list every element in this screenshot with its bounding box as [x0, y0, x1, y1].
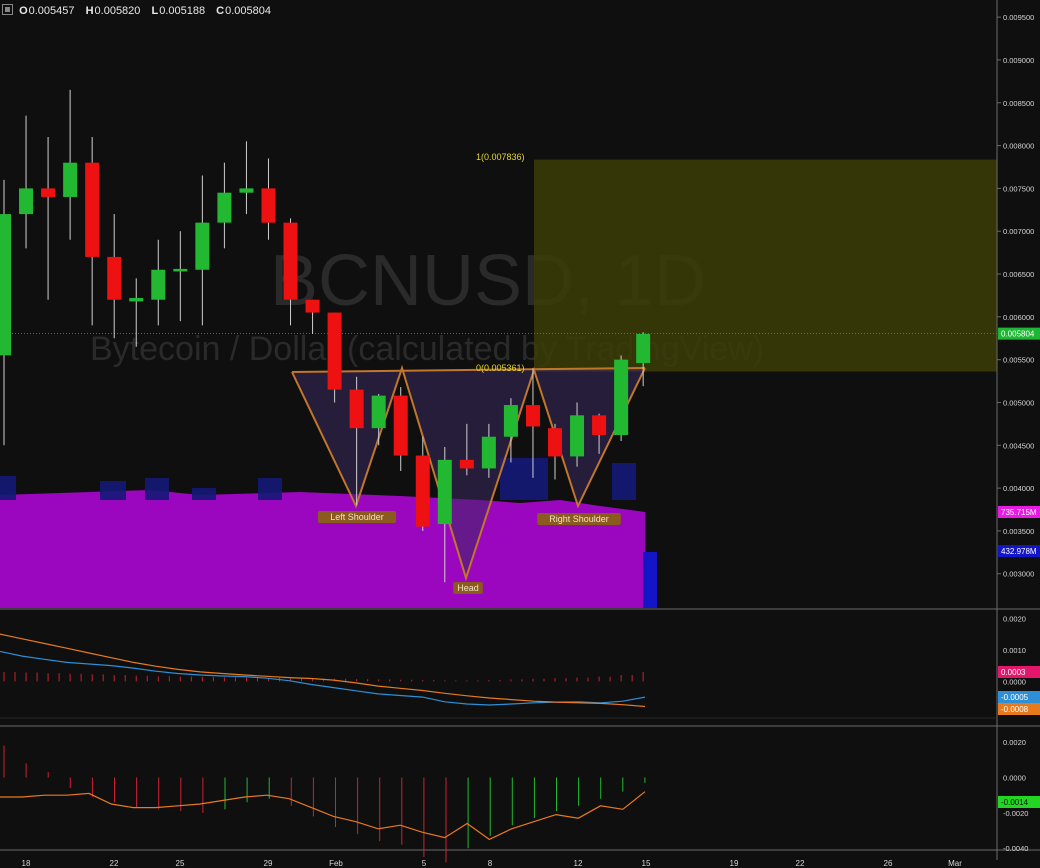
price-tick-label: 0.007000 — [1003, 227, 1034, 236]
osc-tag: -0.0014 — [1001, 798, 1029, 807]
chart-canvas[interactable]: BCNUSD, 1DBytecoin / Dollar (calculated … — [0, 0, 1040, 868]
target-label: 1(0.007836) — [476, 152, 525, 162]
ohlc-legend: O0.005457 H0.005820 L0.005188 C0.005804 — [2, 4, 279, 17]
price-tick-label: 0.006000 — [1003, 313, 1034, 322]
osc-tick-label: 0.0020 — [1003, 738, 1026, 747]
candle-down — [393, 395, 408, 456]
price-tick-label: 0.008500 — [1003, 99, 1034, 108]
volume-bar — [100, 481, 126, 500]
volume-bar — [145, 478, 169, 500]
volume-bar — [258, 478, 282, 500]
price-tick-label: 0.006500 — [1003, 270, 1034, 279]
candle-up — [503, 405, 518, 437]
volume-bar — [192, 488, 216, 500]
time-tick-label: 29 — [264, 859, 273, 868]
candle-up — [195, 222, 210, 270]
candle-up — [239, 188, 254, 193]
candle-up — [19, 188, 34, 215]
time-tick-label: 22 — [796, 859, 805, 868]
left-shoulder-label: Left Shoulder — [330, 512, 384, 522]
time-tick-label: 22 — [110, 859, 119, 868]
low-label: L — [151, 5, 159, 17]
volume-tag: 432.978M — [1001, 547, 1037, 556]
candle-down — [327, 312, 342, 390]
time-tick-label: 26 — [884, 859, 893, 868]
candle-up — [173, 268, 188, 272]
candle-down — [349, 389, 364, 429]
time-tick-label: 8 — [488, 859, 493, 868]
candle-up — [437, 459, 452, 525]
time-tick-label: 12 — [574, 859, 583, 868]
right-shoulder-label: Right Shoulder — [549, 514, 609, 524]
candle-up — [636, 333, 651, 364]
candle-up — [63, 162, 78, 197]
candle-up — [481, 436, 496, 469]
close-label: C — [216, 5, 225, 17]
candle-up — [614, 359, 629, 436]
candle-up — [129, 298, 144, 302]
high-label: H — [85, 5, 94, 17]
macd-tick-label: 0.0000 — [1003, 677, 1026, 686]
candle-down — [261, 188, 276, 223]
candle-down — [283, 222, 298, 300]
price-tick-label: 0.003500 — [1003, 527, 1034, 536]
target-zone — [534, 159, 997, 372]
volume-bar — [0, 476, 16, 500]
last-price-tag: 0.005804 — [1001, 330, 1035, 339]
open-label: O — [19, 5, 28, 17]
candle-up — [371, 395, 386, 429]
macd-tick-label: 0.0020 — [1003, 614, 1026, 623]
candle-down — [548, 428, 562, 457]
head-label: Head — [457, 583, 479, 593]
candle-up — [151, 269, 166, 300]
price-tick-label: 0.008000 — [1003, 142, 1034, 151]
osc-tick-label: -0.0040 — [1003, 844, 1028, 853]
volume-bar — [500, 458, 548, 500]
time-tick-label: 15 — [642, 859, 651, 868]
macd-tick-label: 0.0010 — [1003, 646, 1026, 655]
price-tick-label: 0.009000 — [1003, 56, 1034, 65]
osc-tick-label: 0.0000 — [1003, 774, 1026, 783]
volume-bar — [643, 552, 657, 608]
macd-line-tag: -0.0005 — [1001, 693, 1029, 702]
time-tick-label: 18 — [22, 859, 31, 868]
signal-line-tag: -0.0008 — [1001, 705, 1029, 714]
price-tick-label: 0.007500 — [1003, 184, 1034, 193]
time-tick-label: 25 — [176, 859, 185, 868]
settings-icon[interactable] — [2, 4, 13, 15]
candle-up — [0, 214, 11, 356]
osc-tick-label: -0.0020 — [1003, 809, 1028, 818]
candle-down — [41, 188, 56, 197]
background — [0, 0, 1040, 868]
price-tick-label: 0.004000 — [1003, 484, 1034, 493]
price-tick-label: 0.004500 — [1003, 441, 1034, 450]
candle-down — [592, 415, 607, 436]
high-value: 0.005820 — [94, 5, 141, 17]
volume-ma-area — [0, 490, 645, 608]
time-tick-label: Feb — [329, 859, 343, 868]
volume-ma-tag: 735.715M — [1001, 508, 1037, 517]
neckline-label: 0(0.005361) — [476, 363, 525, 373]
candle-down — [525, 405, 540, 427]
candle-down — [107, 256, 122, 300]
time-tick-label: Mar — [948, 859, 962, 868]
volume-bar — [612, 463, 636, 500]
candle-down — [459, 459, 474, 469]
price-tick-label: 0.009500 — [1003, 13, 1034, 22]
price-tick-label: 0.005000 — [1003, 398, 1034, 407]
candle-down — [305, 299, 320, 313]
macd-histogram-tag: 0.0003 — [1001, 668, 1026, 677]
candle-up — [570, 415, 585, 457]
open-value: 0.005457 — [28, 5, 75, 17]
time-tick-label: 19 — [730, 859, 739, 868]
low-value: 0.005188 — [159, 5, 206, 17]
time-tick-label: 5 — [422, 859, 427, 868]
candle-down — [85, 162, 100, 257]
close-value: 0.005804 — [225, 5, 272, 17]
candle-down — [415, 455, 430, 527]
candle-up — [217, 192, 232, 223]
price-tick-label: 0.005500 — [1003, 356, 1034, 365]
price-tick-label: 0.003000 — [1003, 570, 1034, 579]
